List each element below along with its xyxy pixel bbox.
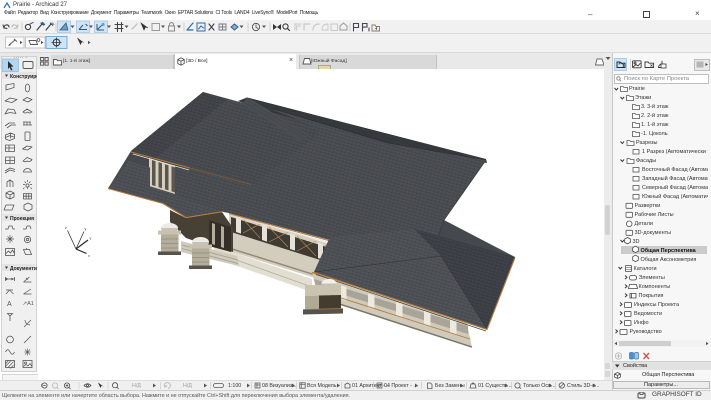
svg-text:y: y: [85, 227, 87, 231]
svg-text:Y: Y: [89, 237, 92, 241]
svg-text:x: x: [88, 254, 90, 258]
svg-text:z: z: [65, 226, 67, 230]
